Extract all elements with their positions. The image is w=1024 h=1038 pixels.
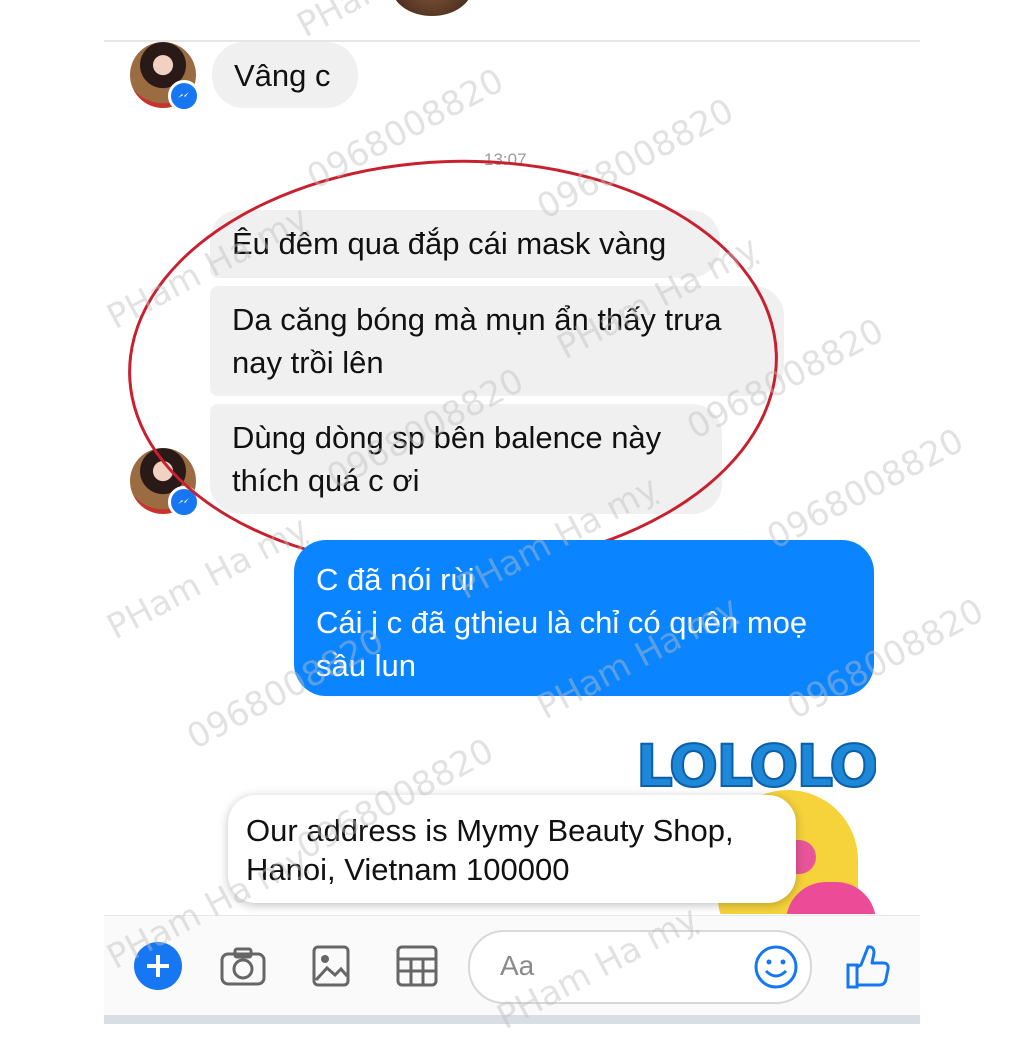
home-indicator-strip <box>104 1015 920 1024</box>
grid-icon[interactable] <box>394 942 440 990</box>
left-margin <box>0 0 104 1024</box>
divider <box>104 40 920 42</box>
emoji-icon[interactable] <box>752 943 800 991</box>
plus-icon[interactable] <box>134 942 182 990</box>
sticker-text: LOLOLOL <box>636 731 876 801</box>
camera-icon[interactable] <box>218 944 268 988</box>
composer-toolbar: Aa <box>104 915 920 1016</box>
message-bubble-outgoing[interactable]: C đã nói rùi Cái j c đã gthieu là chỉ có… <box>294 540 874 696</box>
messenger-badge-icon <box>168 80 200 112</box>
address-popup: Our address is Mymy Beauty Shop, Hanoi, … <box>228 795 796 903</box>
message-bubble-incoming[interactable]: Vâng c <box>212 42 358 108</box>
image-icon[interactable] <box>310 942 352 990</box>
right-margin <box>920 0 1024 1024</box>
thumbs-up-icon[interactable] <box>844 942 892 992</box>
avatar[interactable] <box>130 42 200 112</box>
message-input-placeholder: Aa <box>500 950 535 981</box>
